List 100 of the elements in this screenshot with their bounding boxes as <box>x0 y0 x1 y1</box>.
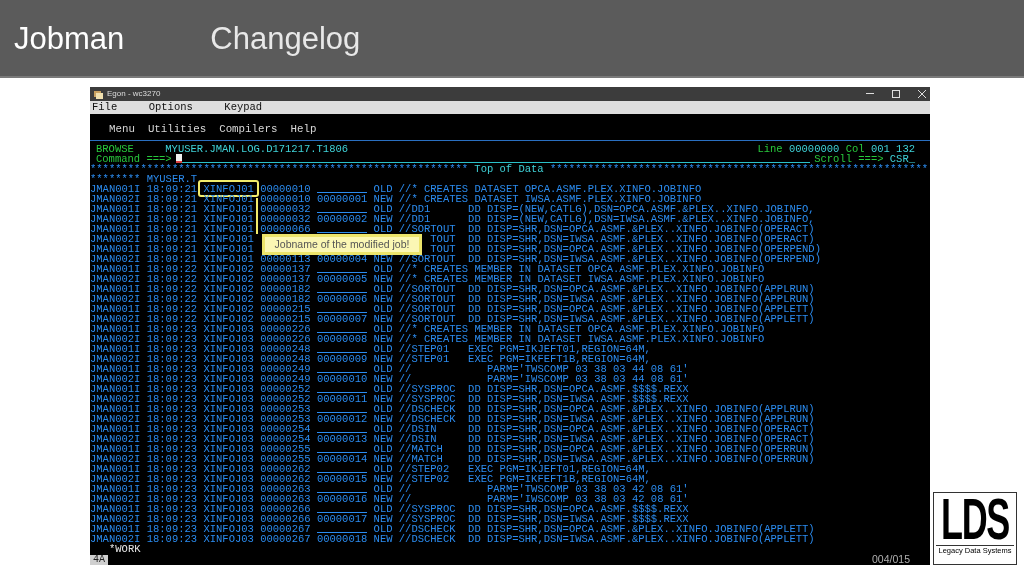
column-label: Col <box>845 143 865 155</box>
job-name: XINFOJ02 <box>203 304 254 314</box>
line-number: 00000255 <box>260 444 311 454</box>
line-number: 00000262 <box>260 474 311 484</box>
line-number: 00000266 <box>260 514 311 524</box>
job-name: XINFOJ03 <box>203 324 254 334</box>
job-name: XINFOJ03 <box>203 444 254 454</box>
timestamp: 18:09:23 <box>146 494 198 504</box>
line-number: 00000248 <box>260 354 311 364</box>
job-name: XINFOJ01 <box>203 184 254 194</box>
line-number: 00000253 <box>260 404 311 414</box>
line-number: 00000137 <box>260 264 311 274</box>
timestamp: 18:09:22 <box>146 264 198 274</box>
jcl-statement: //STEP01 EXEC PGM=IKFEFT1B,REGION=64M, <box>398 354 651 364</box>
new-line-number: 00000002 <box>316 214 368 224</box>
scroll-value[interactable]: CSR_ <box>889 154 915 164</box>
maximize-icon[interactable] <box>892 90 900 98</box>
job-name: XINFOJ03 <box>203 374 254 384</box>
change-status: OLD <box>373 224 393 234</box>
dataset-name: MYUSER.JMAN.LOG.D171217.T1806 <box>165 143 349 155</box>
message-id: JMAN002I <box>90 374 141 384</box>
action-bar-item[interactable]: Compilers <box>219 123 278 135</box>
new-line-number: 00000016 <box>316 494 368 504</box>
new-line-number: 00000008 <box>316 334 368 344</box>
timestamp: 18:09:21 <box>146 184 198 194</box>
message-id: JMAN001I <box>90 284 141 294</box>
change-status: OLD <box>373 484 393 494</box>
job-name: XINFOJ03 <box>203 354 254 364</box>
message-id: JMAN002I <box>90 534 141 544</box>
line-number: 00000010 <box>260 184 311 194</box>
jcl-statement: //DSIN DD DISP=SHR,DSN=IWSA.ASMF.&PLEX..XINFO.JOBINFO(OPERACT) <box>398 434 815 444</box>
action-bar-item[interactable]: Help <box>290 123 317 135</box>
change-status: OLD <box>373 464 393 474</box>
message-id: JMAN002I <box>90 474 141 484</box>
job-name: XINFOJ03 <box>203 514 254 524</box>
job-name: XINFOJ03 <box>203 494 254 504</box>
cursor <box>175 154 182 163</box>
jcl-statement: // PARM='TWSCOMP 03 38 03 44 08 61' <box>398 364 689 374</box>
message-id: JMAN002I <box>90 234 141 244</box>
job-name: XINFOJ01 <box>203 204 254 214</box>
change-status: NEW <box>373 194 393 204</box>
message-id: JMAN001I <box>90 424 141 434</box>
top-of-data-label: Top of Data <box>474 164 544 174</box>
new-line-number: 00000013 <box>316 434 368 444</box>
line-number: 00000248 <box>260 344 311 354</box>
command-field[interactable] <box>175 155 811 163</box>
jcl-statement: //DD1 DD DISP=(NEW,CATLG),DSN=IWSA.ASMF.&PLEX..XINFO.JOBINFO, <box>398 214 815 224</box>
change-status: NEW <box>373 494 393 504</box>
command-label: Command ===> <box>96 154 172 164</box>
timestamp: 18:09:22 <box>146 294 198 304</box>
timestamp: 18:09:22 <box>146 304 198 314</box>
action-bar-item[interactable]: Utilities <box>147 123 207 135</box>
job-name: XINFOJ02 <box>203 264 254 274</box>
job-name: XINFOJ01 <box>203 254 254 264</box>
change-status: NEW <box>373 374 393 384</box>
menu-bar-item[interactable]: File <box>92 101 118 114</box>
timestamp: 18:09:21 <box>146 244 198 254</box>
change-status: OLD <box>373 184 393 194</box>
header-line: ******** MYUSER.T <box>90 174 198 184</box>
message-id: JMAN002I <box>90 434 141 444</box>
timestamp: 18:09:23 <box>146 374 198 384</box>
app-icon <box>94 89 103 99</box>
line-number: 00000249 <box>260 364 311 374</box>
line-number: 00000266 <box>260 504 311 514</box>
new-line-number: 00000009 <box>316 354 368 364</box>
new-line-number: 00000018 <box>316 534 368 544</box>
job-name: XINFOJ03 <box>203 464 254 474</box>
jcl-statement: //SORTOUT DD DISP=SHR,DSN=OPCA.ASMF.&PLEX..XINFO.JOBINFO(OPERACT) <box>398 224 815 234</box>
message-id: JMAN001I <box>90 404 141 414</box>
change-status: OLD <box>373 304 393 314</box>
timestamp: 18:09:23 <box>146 464 198 474</box>
jcl-statement: //SYSPROC DD DISP=SHR,DSN=IWSA.ASMF.$$$$.REXX <box>398 394 689 404</box>
line-number: 00000252 <box>260 394 311 404</box>
line-number: 00000226 <box>260 334 311 344</box>
new-line-number: 00000007 <box>316 314 368 324</box>
change-status: NEW <box>373 474 393 484</box>
line-number: 00000215 <box>260 304 311 314</box>
close-icon[interactable] <box>918 90 926 98</box>
job-name: XINFOJ01 <box>203 214 254 224</box>
jcl-statement: //* CREATES DATASET IWSA.ASMF.PLEX.XINFO.JOBINFO <box>398 194 702 204</box>
minimize-icon[interactable] <box>866 93 874 95</box>
message-id: JMAN001I <box>90 464 141 474</box>
job-name: XINFOJ03 <box>203 364 254 374</box>
jcl-statement: //SYSPROC DD DISP=SHR,DSN=OPCA.ASMF.$$$$.REXX <box>398 504 689 514</box>
message-id: JMAN002I <box>90 414 141 424</box>
action-bar-item[interactable]: Menu <box>109 123 135 135</box>
change-status: OLD <box>373 264 393 274</box>
change-status: NEW <box>373 334 393 344</box>
jcl-statement: TOUT DD DISP=SHR,DSN=OPCA.ASMF.&PLEX..XINFO.JOBINFO(OPERPEND) <box>430 244 821 254</box>
window-title: Egon - wc3270 <box>107 88 161 100</box>
message-id: JMAN001I <box>90 364 141 374</box>
leader-line <box>255 198 259 234</box>
timestamp: 18:09:23 <box>146 414 198 424</box>
timestamp: 18:09:23 <box>146 514 198 524</box>
line-number: 00000252 <box>260 384 311 394</box>
job-name: XINFOJ02 <box>203 274 254 284</box>
scroll-label: Scroll ===> <box>814 154 884 164</box>
menu-bar-item[interactable]: Keypad <box>224 101 263 114</box>
menu-bar-item[interactable]: Options <box>148 101 193 114</box>
slide-title: Jobman <box>14 22 125 54</box>
